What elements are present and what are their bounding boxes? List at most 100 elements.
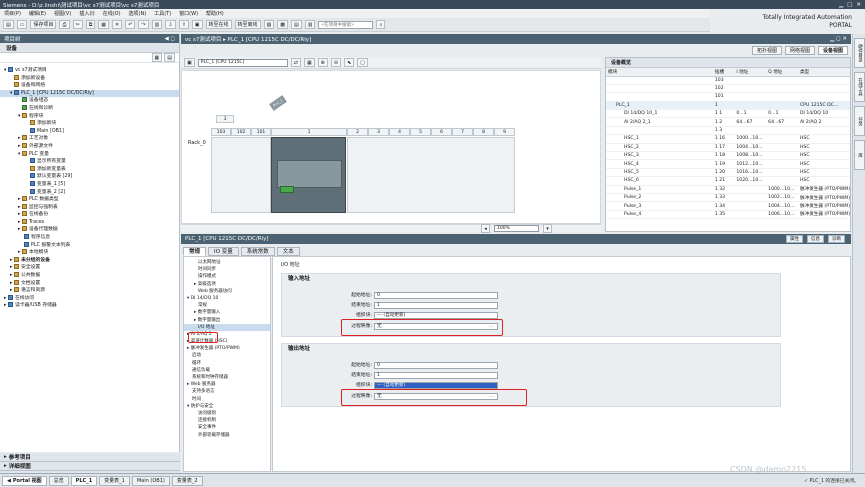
overview-row[interactable]: AI 2/AQ 2_1 1 2 64...67 64...67 AI 2/AQ 2	[606, 117, 850, 127]
slot-4[interactable]: 4	[389, 128, 410, 136]
tree-item-traces[interactable]: ▸ Traces	[0, 218, 179, 227]
tree-item-device-proxy[interactable]: ▸ 设备代理数据	[0, 226, 179, 234]
overview-row[interactable]: HSC_5 1 20 1016...10... HSC	[606, 168, 850, 178]
editor-window-controls-icon[interactable]: ▁ ◻ ✕	[830, 36, 851, 42]
tree-item-program-blocks[interactable]: ▾ 程序块	[0, 112, 179, 121]
tab-device-view[interactable]: 设备视图	[817, 46, 848, 55]
task-main-ob1[interactable]: Main (OB1)	[131, 475, 170, 486]
task-overview[interactable]: 总览	[48, 475, 69, 486]
tree-item-local-modules[interactable]: ▸ 本地模块	[0, 249, 179, 257]
new-project-icon[interactable]: ▤	[3, 20, 14, 29]
col-i-address[interactable]: I 地址	[734, 68, 767, 77]
menu-insert[interactable]: 插入(I)	[75, 10, 98, 17]
slot-101[interactable]: 101	[251, 128, 271, 136]
slot-6[interactable]: 6	[431, 128, 452, 136]
nav-security-events[interactable]: 安全事件	[184, 424, 270, 431]
output-ob-field[interactable]: --- (自动更新)	[374, 382, 498, 389]
cut-icon[interactable]: ✂	[72, 20, 83, 29]
tree-item-main-ob1[interactable]: Main [OB1]	[0, 127, 179, 136]
nav-digital-outputs[interactable]: ▸ 数字量输出	[184, 317, 270, 324]
slot-2[interactable]: 2	[347, 128, 368, 136]
inspector-tab-info[interactable]: 信息	[807, 235, 824, 243]
go-online-button[interactable]: 转至在线	[205, 20, 232, 29]
tree-item-doc-settings[interactable]: ▸ 文档设置	[0, 279, 179, 288]
input-end-field[interactable]: 1	[374, 302, 498, 309]
nav-time[interactable]: 时间	[184, 396, 270, 403]
save-project-button[interactable]: 保存项目	[30, 20, 57, 29]
paste-icon[interactable]: ▦	[98, 20, 110, 29]
menu-online[interactable]: 在线(O)	[99, 10, 125, 17]
redo-icon[interactable]: ↷	[138, 20, 149, 29]
slot-1[interactable]: 1	[271, 128, 347, 136]
menu-project[interactable]: 项目(P)	[0, 10, 25, 17]
menu-window[interactable]: 窗口(W)	[175, 10, 202, 17]
overview-row[interactable]: Pulse_1 1 32 1000...10... 脉冲发生器 (PTO/PWM)	[606, 185, 850, 194]
col-slot[interactable]: 插槽	[712, 68, 735, 77]
tree-item-online-diag[interactable]: 在线和诊断	[0, 104, 179, 113]
overview-row[interactable]: HSC_4 1 19 1012...10... HSC	[606, 159, 850, 169]
input-ob-field[interactable]: --- (自动更新)	[374, 312, 498, 319]
nav-external-load-memory[interactable]: 外部装载存储器	[184, 432, 270, 439]
side-tab-online-tools[interactable]: 在线工具	[854, 72, 865, 102]
tree-collapse-icon[interactable]: ▤	[164, 53, 175, 62]
device-label-tag[interactable]: PLC_1	[269, 95, 287, 111]
side-tab-hardware-catalog[interactable]: 硬件目录	[854, 38, 865, 68]
print-icon[interactable]: ⎙	[59, 20, 70, 29]
col-type[interactable]: 类型	[797, 68, 850, 77]
maximize-icon[interactable]: □	[847, 2, 852, 8]
tree-item-tag-table-2[interactable]: 变量表_2 [2]	[0, 188, 179, 197]
overview-row[interactable]: 1 3	[606, 126, 850, 136]
menu-tools[interactable]: 工具(T)	[150, 10, 175, 17]
col-module[interactable]: 模块	[606, 68, 713, 77]
slot-7[interactable]: 7	[452, 128, 473, 136]
nav-general[interactable]: 常规	[184, 302, 270, 309]
overview-row[interactable]: Pulse_4 1 35 1006...10... 脉冲发生器 (PTO/PWM)	[606, 210, 850, 220]
nav-access-level[interactable]: 访问级别	[184, 410, 270, 417]
inspector-tab-properties[interactable]: 属性	[786, 235, 803, 243]
overview-row[interactable]: Pulse_3 1 34 1004...10... 脉冲发生器 (PTO/PWM)	[606, 201, 850, 211]
compile-icon[interactable]: ▥	[151, 20, 163, 29]
nav-cycle[interactable]: 循环	[184, 360, 270, 367]
tab-io-tags[interactable]: IO 变量	[208, 246, 239, 256]
menu-edit[interactable]: 编辑(E)	[25, 10, 50, 17]
tree-item-device-config[interactable]: 设备组态	[0, 97, 179, 105]
tree-item-default-tag-table[interactable]: 默认变量表 [29]	[0, 173, 179, 181]
nav-web-server[interactable]: ▸ Web 服务器	[184, 381, 270, 388]
overview-row[interactable]: HSC_2 1 17 1004...10... HSC	[606, 143, 850, 153]
nav-di14-dq10[interactable]: ▾ DI 14/DQ 10	[184, 295, 270, 302]
menu-options[interactable]: 选项(N)	[125, 10, 151, 17]
devices-tab[interactable]: 设备	[0, 43, 179, 53]
nav-comm-load[interactable]: 通信负载	[184, 367, 270, 374]
device-canvas[interactable]: PLC_1 3 103 102 101 1 2 3 4 5 6 7 8 9 Ra…	[181, 70, 601, 224]
tab-system-constants[interactable]: 系统常数	[240, 246, 275, 256]
inspector-tab-diagnostics[interactable]: 诊断	[828, 235, 845, 243]
tab-topology-view[interactable]: 拓扑视图	[751, 46, 782, 55]
delete-icon[interactable]: ✕	[112, 20, 123, 29]
device-overview-tab[interactable]: 设备概览	[606, 58, 850, 68]
tree-item-ungrouped-devices[interactable]: ▸ 未分组的设备	[0, 256, 179, 265]
upload-icon[interactable]: ⇧	[178, 20, 189, 29]
overview-row[interactable]: PLC_1 1 CPU 1215C DC...	[606, 101, 850, 111]
task-plc1[interactable]: PLC_1	[70, 475, 98, 486]
nav-multilingual[interactable]: 支持多语言	[184, 388, 270, 395]
tree-item-plc1[interactable]: ▾ PLC_1 [CPU 1215C DC/DC/Rly]	[0, 89, 179, 98]
network-icon[interactable]: ⇄	[290, 58, 301, 67]
tab-network-view[interactable]: 网络视图	[784, 46, 815, 55]
nav-startup[interactable]: 启动	[184, 352, 270, 359]
tree-item-watch-tables[interactable]: ▸ 监控与强制表	[0, 203, 179, 212]
portal-view-button[interactable]: ◀ Portal 视图	[2, 475, 47, 486]
zoom-select[interactable]: 100%	[494, 225, 539, 232]
slot-102[interactable]: 102	[231, 128, 251, 136]
search-input[interactable]	[318, 20, 374, 29]
overview-row[interactable]: Pulse_2 1 33 1002...10... 脉冲发生器 (PTO/PWM)	[606, 193, 850, 203]
col-q-address[interactable]: Q 地址	[766, 68, 798, 77]
split-vertical-icon[interactable]: ▥	[304, 20, 316, 29]
side-tab-tasks[interactable]: 任务	[854, 106, 865, 136]
device-select[interactable]: PLC_1 [CPU 1215C]	[197, 58, 288, 67]
details-view-section[interactable]: ▸ 详细视图	[0, 462, 180, 471]
zoom-dropdown-icon[interactable]: ▾	[543, 224, 552, 233]
tree-overview-icon[interactable]: ▦	[151, 53, 163, 62]
tree-item-add-tag-table[interactable]: 添加新变量表	[0, 165, 179, 174]
nav-protection-security[interactable]: ▾ 防护与安全	[184, 403, 270, 410]
task-tag-table-1[interactable]: 变量表_1	[99, 475, 130, 486]
